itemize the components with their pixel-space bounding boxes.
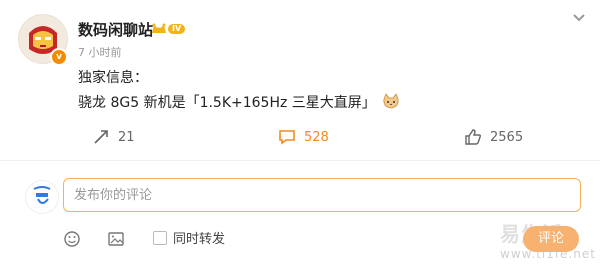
- image-icon[interactable]: [107, 230, 125, 248]
- logo-icon: [27, 182, 57, 212]
- repost-icon: [94, 130, 108, 144]
- thumbs-up-icon: [465, 129, 482, 145]
- divider: [0, 160, 600, 161]
- comment-icon: [279, 130, 295, 145]
- post-time: 7 小时前: [78, 46, 122, 59]
- like-count: 2565: [490, 129, 524, 145]
- commenter-avatar: [25, 180, 59, 214]
- chevron-down-icon[interactable]: [570, 8, 588, 26]
- repost-checkbox[interactable]: 同时转发: [153, 228, 225, 247]
- comment-count: 528: [304, 129, 329, 145]
- comment-input[interactable]: 发布你的评论: [63, 178, 581, 212]
- repost-checkbox-label: 同时转发: [173, 232, 226, 247]
- post-text-line2: 骁龙 8G5 新机是「1.5K+165Hz 三星大直屏」: [78, 92, 400, 112]
- repost-count: 21: [118, 129, 135, 145]
- post-text-line2-content: 骁龙 8G5 新机是「1.5K+165Hz 三星大直屏」: [78, 95, 376, 111]
- author-name[interactable]: 数码闲聊站: [78, 19, 153, 40]
- weibo-post: v 数码闲聊站 IV 7 小时前 独家信息： 骁龙 8G5 新机是「1.5K+1…: [0, 0, 600, 265]
- submit-comment-button[interactable]: 评论: [523, 226, 579, 252]
- comment-button[interactable]: 528: [278, 126, 329, 148]
- checkbox-box[interactable]: [153, 230, 167, 245]
- cat-emoji-icon: [383, 93, 399, 109]
- level-badge: IV: [168, 24, 186, 34]
- crown-icon: [152, 23, 166, 33]
- like-button[interactable]: 2565: [464, 126, 523, 148]
- verified-badge-icon: v: [50, 48, 68, 66]
- comment-placeholder: 发布你的评论: [74, 188, 153, 203]
- repost-button[interactable]: 21: [92, 126, 135, 148]
- post-text-line1: 独家信息：: [78, 70, 148, 86]
- emoji-icon[interactable]: [63, 230, 81, 248]
